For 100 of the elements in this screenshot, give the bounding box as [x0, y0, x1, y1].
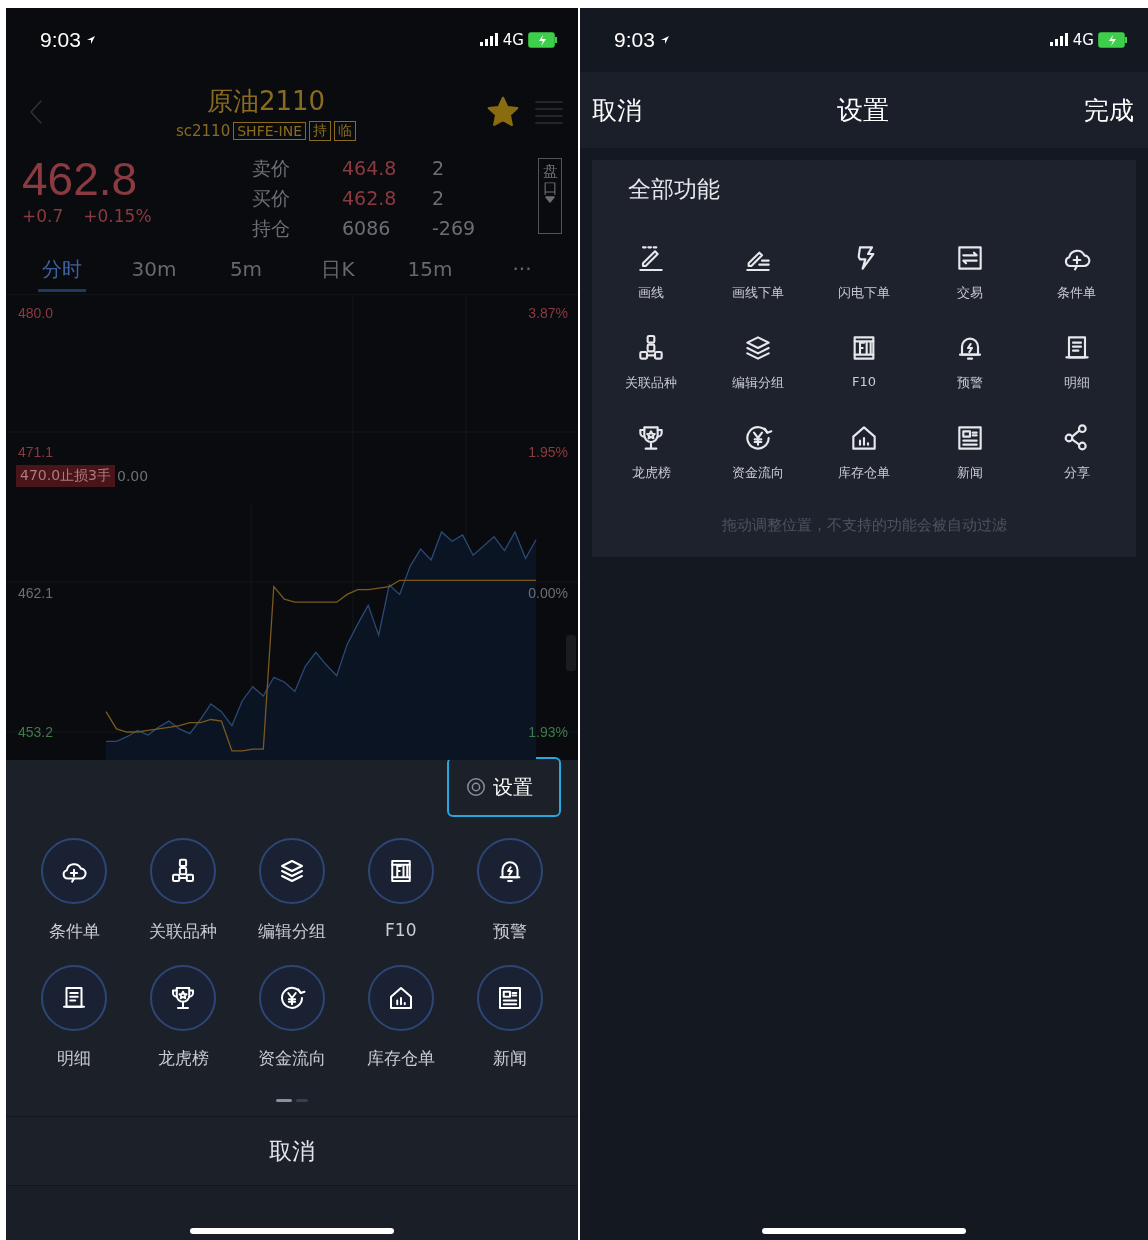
function-label: 明细	[1063, 374, 1090, 392]
signal-icon	[478, 33, 499, 47]
battery-charging-icon	[528, 32, 558, 48]
axis-price-label: 471.1	[18, 444, 54, 461]
action-label: F10	[385, 920, 417, 940]
quote-volume: 2	[432, 186, 446, 211]
settings-button[interactable]: 设置	[447, 757, 561, 817]
function-label: 库存仓单	[838, 464, 890, 482]
menu-icon[interactable]	[534, 98, 564, 126]
function-item[interactable]: 编辑分组	[704, 332, 811, 392]
percent-change: +0.15%	[83, 206, 152, 226]
quote-label: 持仓	[252, 216, 291, 241]
function-item[interactable]: 龙虎榜	[598, 422, 705, 482]
period-tab[interactable]: ···	[476, 244, 568, 294]
quote-label: 买价	[252, 186, 291, 211]
order-value: 0.00	[117, 468, 149, 484]
action-label: 新闻	[492, 1047, 527, 1070]
signal-icon	[1048, 33, 1069, 47]
clock-time: 9:03	[40, 28, 81, 52]
function-label: 闪电下单	[838, 284, 890, 302]
function-item[interactable]: 画线	[598, 242, 705, 302]
action-label: 库存仓单	[366, 1047, 435, 1070]
quote-price: 462.8	[342, 186, 398, 211]
clock-time: 9:03	[614, 28, 655, 52]
axis-percent-label: 1.95%	[528, 444, 568, 461]
order-book-button[interactable]: 盘口	[538, 158, 562, 234]
function-label: 交易	[957, 284, 984, 302]
period-tab[interactable]: 30m	[108, 244, 200, 294]
function-label: 条件单	[1057, 284, 1097, 302]
action-item[interactable]: 龙虎榜	[128, 965, 238, 1070]
panel-title: 全部功能	[627, 175, 721, 204]
cancel-button[interactable]: 取消	[592, 93, 642, 127]
action-label: 明细	[57, 1047, 92, 1070]
function-item[interactable]: 资金流向	[704, 422, 811, 482]
action-item[interactable]: F10	[346, 838, 456, 943]
function-label: 分享	[1063, 464, 1090, 482]
function-item[interactable]: 闪电下单	[810, 242, 918, 302]
exchange-tag: SHFE-INE	[233, 121, 307, 140]
action-label: 预警	[492, 920, 527, 943]
axis-price-label: 462.1	[18, 584, 54, 601]
action-label: 关联品种	[149, 920, 218, 943]
period-tab[interactable]: 日K	[292, 244, 384, 294]
function-label: 关联品种	[625, 374, 678, 392]
last-price: 462.8	[22, 152, 139, 206]
axis-price-label: 453.2	[18, 724, 54, 740]
action-label: 龙虎榜	[157, 1047, 209, 1070]
action-label: 编辑分组	[258, 920, 326, 943]
action-item[interactable]: 资金流向	[237, 965, 347, 1070]
function-label: 编辑分组	[731, 374, 784, 392]
period-tab[interactable]: 5m	[200, 244, 292, 294]
page-title: 设置	[837, 93, 889, 127]
instrument-code: sc2110	[175, 121, 231, 140]
caret-icon	[545, 196, 555, 204]
price-change: +0.7	[22, 206, 64, 226]
function-label: 画线	[638, 284, 665, 302]
axis-percent-label: 3.87%	[528, 305, 568, 321]
action-item[interactable]: 新闻	[455, 965, 564, 1070]
stop-loss-order-label: 470.0止损3手	[16, 465, 115, 487]
done-button[interactable]: 完成	[1084, 93, 1134, 127]
action-item[interactable]: 预警	[455, 838, 564, 943]
function-label: 画线下单	[731, 284, 784, 302]
network-label: 4G	[502, 31, 524, 49]
axis-percent-label: 0.00%	[528, 584, 568, 601]
action-item[interactable]: 明细	[20, 965, 129, 1070]
function-item[interactable]: 明细	[1023, 332, 1130, 392]
function-item[interactable]: 交易	[917, 242, 1024, 302]
period-tab[interactable]: 15m	[384, 244, 476, 294]
action-label: 条件单	[48, 920, 100, 943]
battery-charging-icon	[1098, 32, 1128, 48]
function-item[interactable]: 分享	[1023, 422, 1130, 482]
network-label: 4G	[1072, 31, 1094, 49]
axis-price-label: 480.0	[18, 305, 54, 321]
function-item[interactable]: 关联品种	[598, 332, 705, 392]
function-label: 预警	[957, 374, 984, 392]
exchange-tag: 持	[309, 120, 332, 141]
quote-volume: 2	[432, 156, 446, 181]
home-indicator[interactable]	[190, 1228, 394, 1234]
function-item[interactable]: 画线下单	[704, 242, 811, 302]
function-item[interactable]: 新闻	[917, 422, 1024, 482]
action-item[interactable]: 条件单	[20, 838, 129, 943]
exchange-tag: 临	[334, 120, 357, 141]
function-label: 资金流向	[731, 464, 784, 482]
settings-icon	[465, 776, 487, 798]
instrument-title: 原油2110	[206, 84, 326, 118]
cancel-button[interactable]: 取消	[263, 1134, 321, 1168]
action-item[interactable]: 库存仓单	[346, 965, 456, 1070]
action-item[interactable]: 关联品种	[128, 838, 238, 943]
function-item[interactable]: 预警	[917, 332, 1024, 392]
function-item[interactable]: 库存仓单	[810, 422, 918, 482]
action-label: 资金流向	[258, 1047, 326, 1070]
function-label: 龙虎榜	[631, 464, 671, 482]
function-label: 新闻	[957, 464, 984, 482]
axis-percent-label: 1.93%	[528, 724, 568, 740]
home-indicator[interactable]	[762, 1228, 966, 1234]
quote-price: 6086	[342, 216, 392, 241]
star-icon[interactable]	[486, 95, 520, 129]
quote-price: 464.8	[342, 156, 398, 181]
function-item[interactable]: 条件单	[1023, 242, 1130, 302]
function-item[interactable]: F10	[810, 332, 918, 392]
action-item[interactable]: 编辑分组	[237, 838, 347, 943]
